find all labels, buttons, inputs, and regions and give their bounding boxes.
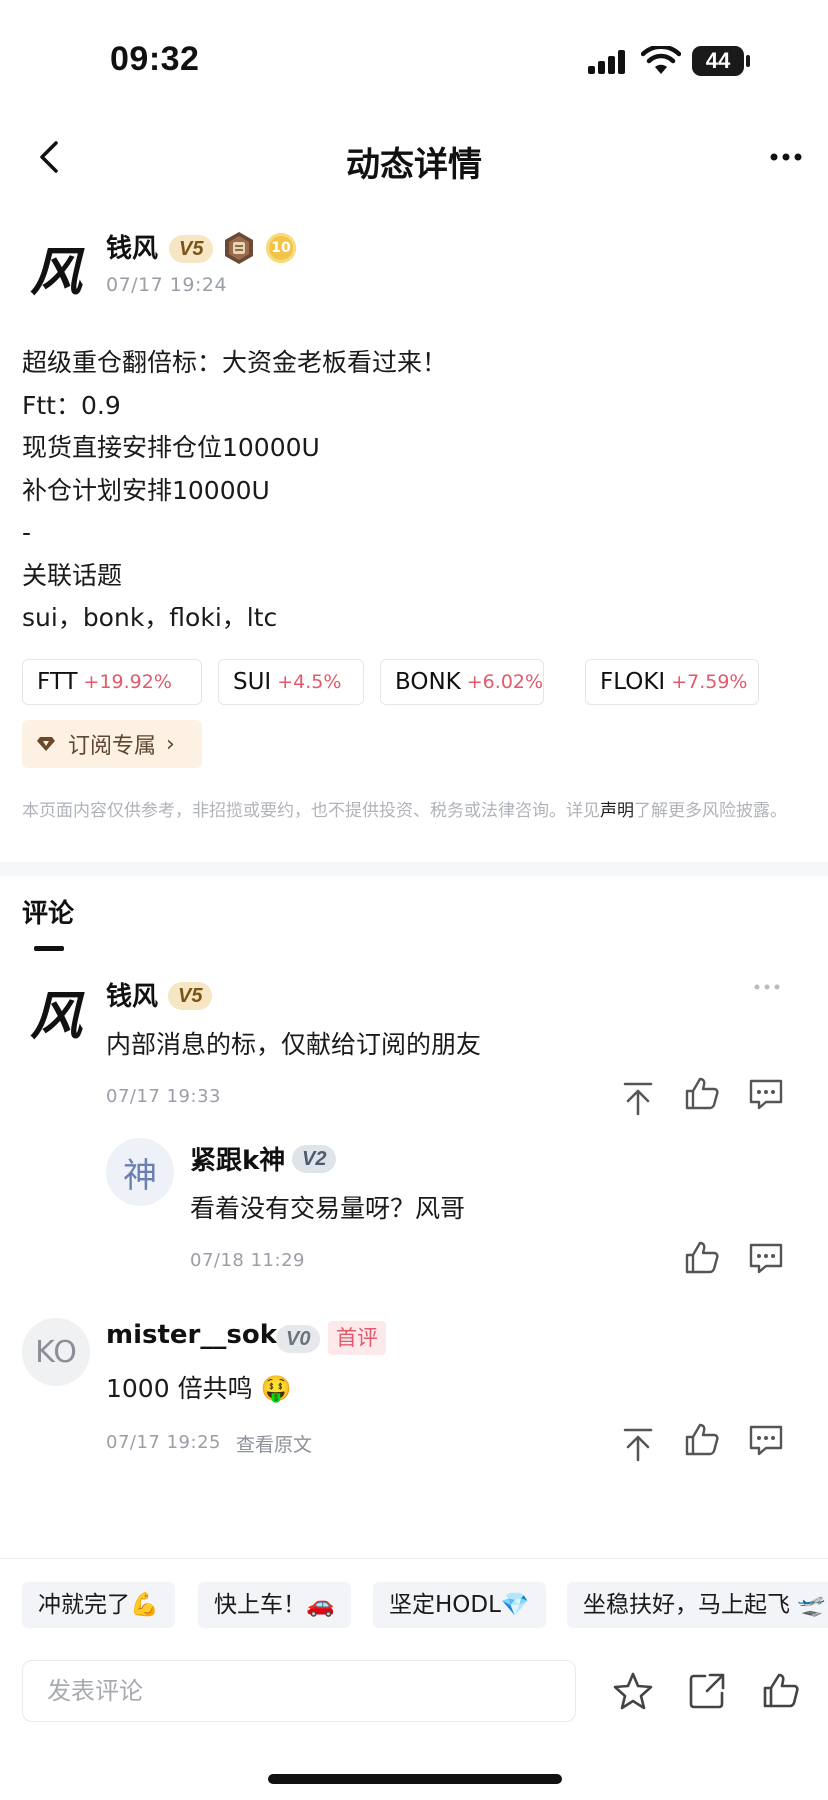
battery-level: 44 (692, 46, 744, 76)
post-author: 风 钱风 V5 10 07/17 19:24 (22, 228, 812, 308)
nav-bar: 动态详情 (0, 115, 828, 200)
chevron-right-icon: › (166, 731, 175, 757)
author-name[interactable]: 钱风 (106, 228, 158, 265)
comment-input[interactable]: 发表评论 (22, 1660, 576, 1722)
like-icon[interactable] (682, 1238, 722, 1278)
ticker-symbol: SUI (233, 669, 272, 695)
pin-top-icon[interactable] (618, 1424, 658, 1464)
reply-icon[interactable] (746, 1420, 786, 1460)
comment-date: 07/17 19:33 (106, 1086, 221, 1107)
first-comment-tag: 首评 (328, 1321, 386, 1355)
post-line: 现货直接安排仓位10000U (22, 433, 320, 462)
like-icon[interactable] (682, 1420, 722, 1460)
home-indicator (268, 1774, 562, 1784)
star-icon[interactable] (612, 1670, 654, 1712)
level-medal: 10 (266, 233, 296, 263)
view-original-link[interactable]: 查看原文 (236, 1430, 312, 1457)
status-time: 09:32 (110, 40, 200, 78)
comment-text: 内部消息的标，仅献给订阅的朋友 (106, 1030, 482, 1059)
reply-icon[interactable] (746, 1074, 786, 1114)
subscribe-exclusive-button[interactable]: 订阅专属 › (22, 720, 202, 768)
post-line: 补仓计划安排10000U (22, 475, 270, 505)
comment-date: 07/17 19:25 (106, 1432, 221, 1453)
level-badge: V2 (292, 1145, 337, 1173)
section-divider (0, 862, 828, 876)
level-badge: V5 (169, 235, 214, 263)
ticker-chip-bonk[interactable]: BONK +6.02% (380, 659, 544, 705)
avatar[interactable]: 风 (22, 233, 90, 303)
disclaimer-text-end: 了解更多风险披露。 (634, 801, 787, 821)
status-bar: 09:32 44 (0, 0, 828, 110)
disclaimer-text: 本页面内容仅供参考，非招揽或要约，也不提供投资、税务或法律咨询。详见 (22, 801, 600, 821)
post-line: 关联话题 (22, 560, 123, 590)
post-line: 超级重仓翻倍标：大资金老板看过来！ (22, 348, 448, 377)
like-icon[interactable] (682, 1074, 722, 1114)
ticker-chip-sui[interactable]: SUI +4.5% (218, 659, 364, 705)
subscribe-label: 订阅专属 (68, 734, 157, 759)
signal-icon (588, 48, 632, 74)
tab-indicator (34, 946, 64, 951)
ticker-chip-floki[interactable]: FLOKI +7.59% (585, 659, 759, 705)
comments-tab[interactable]: 评论 (22, 893, 74, 930)
reply-icon[interactable] (746, 1238, 786, 1278)
ticker-symbol: FLOKI (600, 669, 666, 695)
post-line: Ftt：0.9 (22, 390, 121, 420)
page-title: 动态详情 (346, 145, 482, 185)
comment-text: 1000 倍共鸣 🤑 (106, 1374, 292, 1403)
ticker-change: +4.5% (277, 671, 342, 693)
avatar[interactable]: 风 (22, 977, 90, 1047)
level-badge: V0 (276, 1325, 321, 1353)
disclaimer-link[interactable]: 声明 (600, 801, 634, 821)
ticker-change: +19.92% (83, 671, 172, 693)
share-icon[interactable] (686, 1670, 728, 1712)
medal-icon (225, 232, 253, 264)
comment-author[interactable]: 钱风 (106, 976, 158, 1013)
more-options-icon[interactable] (766, 139, 806, 175)
ticker-change: +6.02% (466, 671, 544, 693)
avatar[interactable]: KO (22, 1318, 90, 1386)
wifi-icon (641, 46, 681, 74)
ticker-symbol: BONK (395, 669, 461, 695)
quick-reply-chip[interactable]: 冲就完了💪 (22, 1582, 175, 1628)
post-line: sui，bonk，floki，ltc (22, 603, 278, 632)
post-date: 07/17 19:24 (106, 274, 228, 296)
avatar[interactable]: 神 (106, 1138, 174, 1206)
ticker-chip-ftt[interactable]: FTT +19.92% (22, 659, 202, 705)
comment-text: 看着没有交易量呀？风哥 (190, 1194, 466, 1223)
bottom-divider (0, 1558, 828, 1559)
comment-author[interactable]: mister__soko (106, 1320, 294, 1350)
ticker-symbol: FTT (37, 669, 78, 695)
ticker-change: +7.59% (671, 671, 748, 693)
pin-top-icon[interactable] (618, 1078, 658, 1118)
like-icon[interactable] (760, 1670, 802, 1712)
level-badge: V5 (168, 982, 213, 1010)
quick-reply-chip[interactable]: 坐稳扶好，马上起飞 🛫 (567, 1582, 828, 1628)
post-content: 超级重仓翻倍标：大资金老板看过来！ Ftt：0.9 现货直接安排仓位10000U… (22, 342, 812, 640)
diamond-icon (37, 737, 55, 751)
post-line: - (22, 518, 32, 547)
disclaimer: 本页面内容仅供参考，非招揽或要约，也不提供投资、税务或法律咨询。详见声明了解更多… (22, 798, 812, 824)
comment-date: 07/18 11:29 (190, 1250, 305, 1271)
comment-author[interactable]: 紧跟k神 (190, 1140, 285, 1177)
battery-icon: 44 (692, 46, 750, 76)
quick-reply-chip[interactable]: 快上车！🚗 (198, 1582, 351, 1628)
quick-reply-chip[interactable]: 坚定HODL💎 (373, 1582, 546, 1628)
more-options-icon[interactable] (752, 982, 782, 992)
